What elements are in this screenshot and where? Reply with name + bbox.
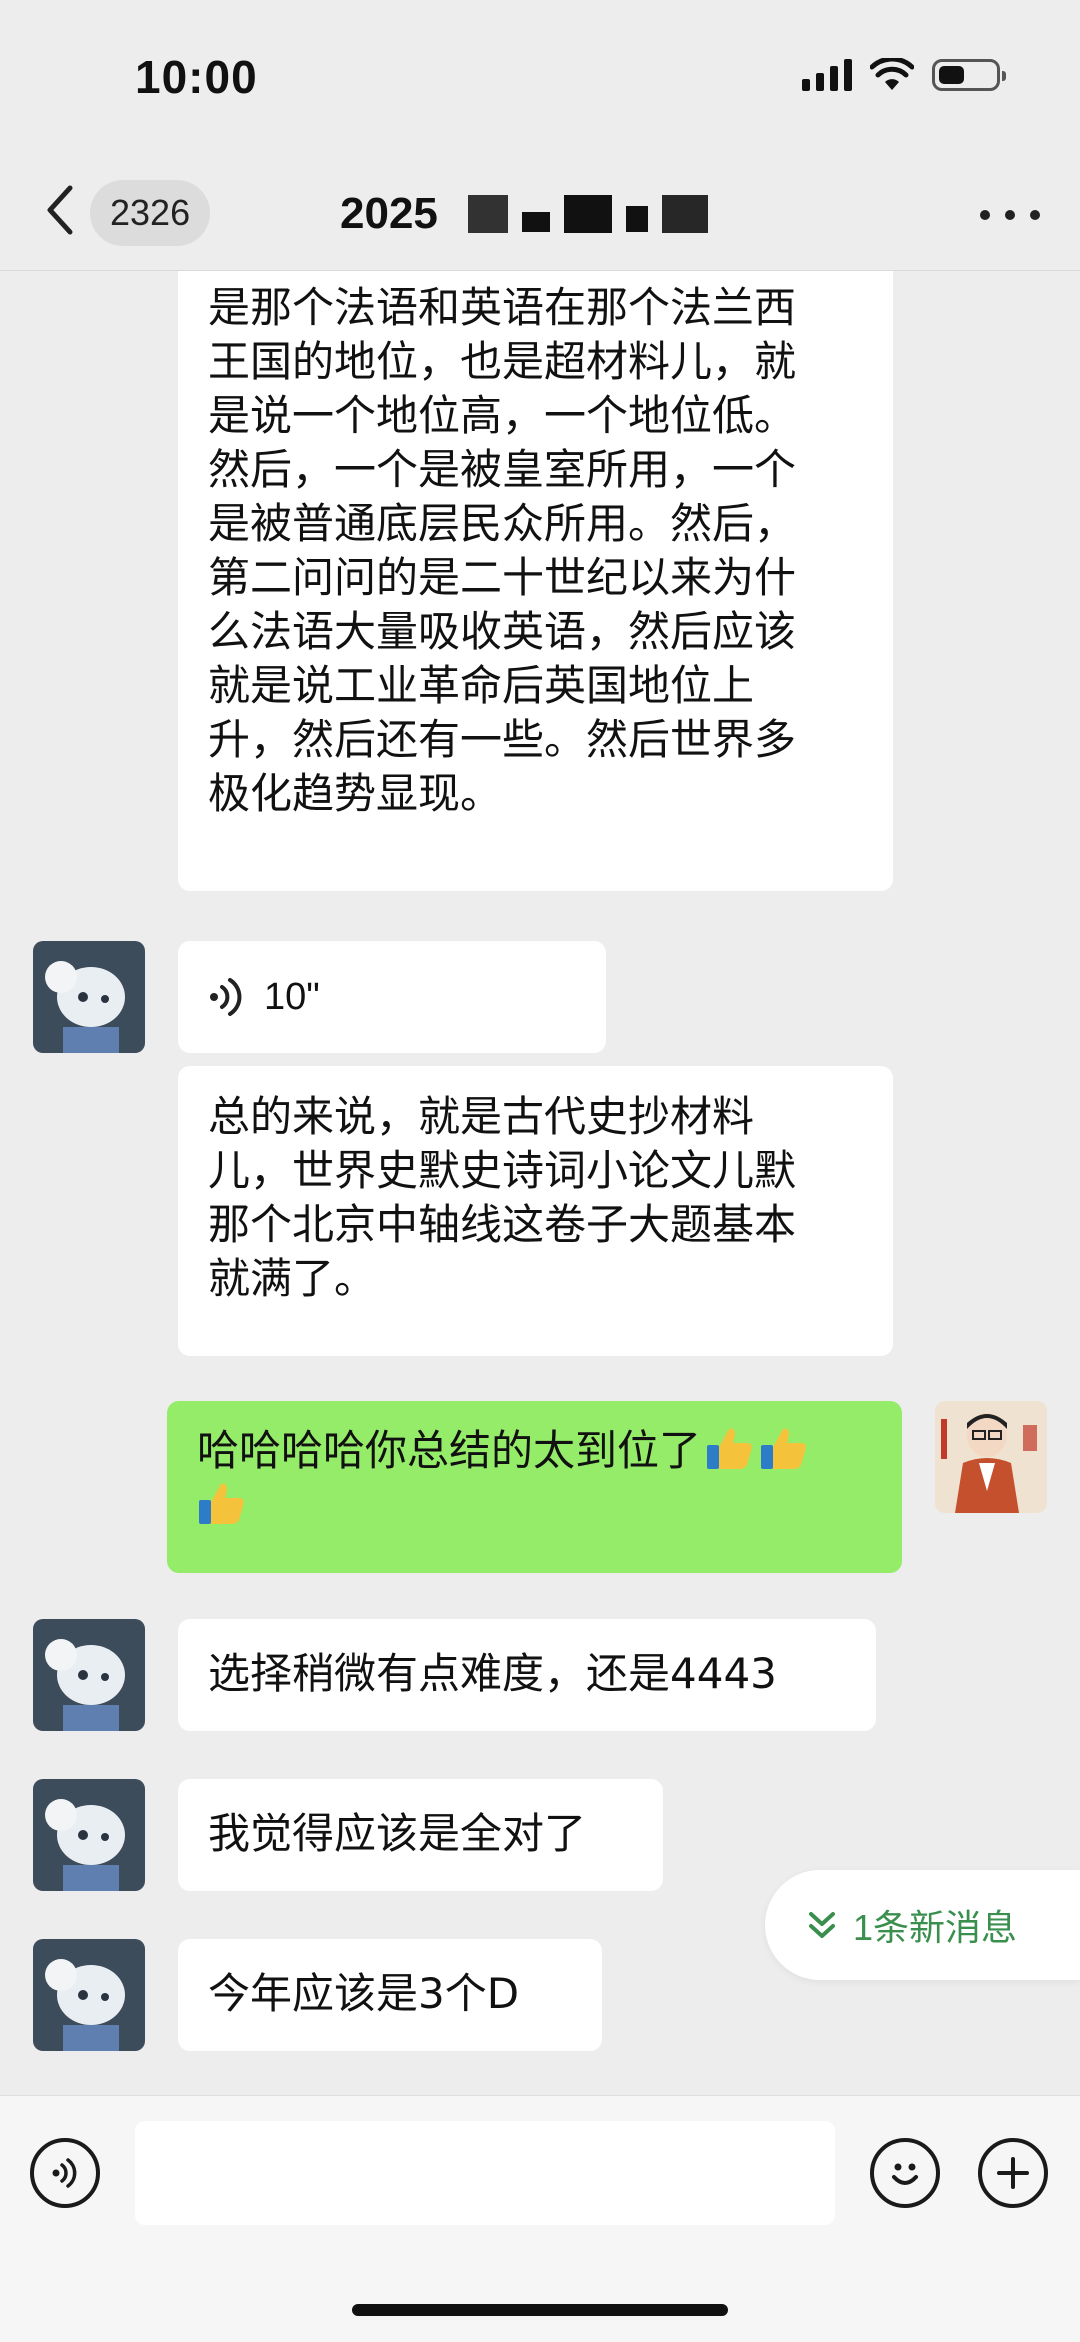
message-bubble[interactable]: 我觉得应该是全对了 — [178, 1779, 663, 1891]
unread-count-badge[interactable]: 2326 — [90, 180, 211, 246]
message-text: 是那个法语和英语在那个法兰西 王国的地位，也是超材料儿，就 是说一个地位高，一个… — [208, 283, 797, 818]
message-bubble[interactable]: 是那个法语和英语在那个法兰西 王国的地位，也是超材料儿，就 是说一个地位高，一个… — [178, 271, 893, 891]
battery-icon — [932, 59, 1006, 91]
avatar[interactable] — [935, 1401, 1047, 1513]
status-time: 10:00 — [135, 51, 258, 103]
message-list[interactable]: 是那个法语和英语在那个法兰西 王国的地位，也是超材料儿，就 是说一个地位高，一个… — [0, 271, 1080, 2090]
message-text: 今年应该是3个D — [208, 1969, 520, 2018]
new-messages-button[interactable]: 1条新消息 — [765, 1870, 1080, 1980]
double-chevron-down-icon — [809, 1912, 835, 1938]
message-item: 选择稍微有点难度，还是4443 — [0, 1619, 1080, 1731]
voice-wave-icon — [210, 978, 242, 1016]
thumbs-up-emoji-icon — [199, 1483, 244, 1524]
thumbs-up-emoji-icon — [707, 1428, 752, 1469]
more-icon[interactable] — [980, 190, 1040, 240]
voice-duration: 10" — [264, 976, 320, 1018]
new-messages-label: 1条新消息 — [853, 1907, 1018, 1948]
mosaic-redaction — [467, 195, 708, 233]
message-text: 选择稍微有点难度，还是4443 — [208, 1649, 777, 1698]
input-bar — [0, 2095, 1080, 2342]
outgoing-message-bubble[interactable]: 哈哈哈哈你总结的太到位了 — [167, 1401, 902, 1573]
avatar[interactable] — [33, 1779, 145, 1891]
emoji-icon — [892, 2163, 918, 2185]
chevron-left-icon[interactable] — [40, 180, 80, 240]
chat-title: 2025 — [340, 182, 708, 246]
plus-icon — [997, 2157, 1029, 2189]
message-text: 总的来说，就是古代史抄材料 儿，世界史默史诗词小论文儿默 那个北京中轴线这卷子大… — [208, 1092, 797, 1303]
wifi-icon — [870, 58, 914, 90]
message-input[interactable] — [135, 2121, 835, 2225]
message-bubble[interactable]: 选择稍微有点难度，还是4443 — [178, 1619, 876, 1731]
message-bubble[interactable]: 今年应该是3个D — [178, 1939, 602, 2051]
chat-header: 2326 2025 — [0, 160, 1080, 271]
status-icons — [802, 58, 1006, 92]
signal-icon — [802, 59, 852, 91]
message-item: 哈哈哈哈你总结的太到位了 — [0, 1401, 1080, 1573]
chat-title-text: 2025 — [340, 189, 438, 238]
avatar[interactable] — [33, 1939, 145, 2051]
voice-input-icon — [52, 2158, 77, 2188]
more-actions-button[interactable] — [978, 2138, 1048, 2208]
avatar[interactable] — [33, 1619, 145, 1731]
voice-message-bubble[interactable]: 10" — [178, 941, 606, 1053]
message-item: 是那个法语和英语在那个法兰西 王国的地位，也是超材料儿，就 是说一个地位高，一个… — [0, 271, 1080, 901]
avatar[interactable] — [33, 941, 145, 1053]
message-item: 10" — [0, 941, 1080, 1053]
voice-input-button[interactable] — [30, 2138, 100, 2208]
message-item: 总的来说，就是古代史抄材料 儿，世界史默史诗词小论文儿默 那个北京中轴线这卷子大… — [0, 1066, 1080, 1356]
thumbs-up-emoji-icon — [761, 1428, 806, 1469]
message-text: 我觉得应该是全对了 — [208, 1809, 587, 1858]
message-text: 哈哈哈哈你总结的太到位了 — [197, 1426, 702, 1475]
status-bar: 10:00 — [0, 0, 1080, 160]
message-bubble[interactable]: 总的来说，就是古代史抄材料 儿，世界史默史诗词小论文儿默 那个北京中轴线这卷子大… — [178, 1066, 893, 1356]
emoji-button[interactable] — [870, 2138, 940, 2208]
home-indicator — [352, 2304, 728, 2316]
